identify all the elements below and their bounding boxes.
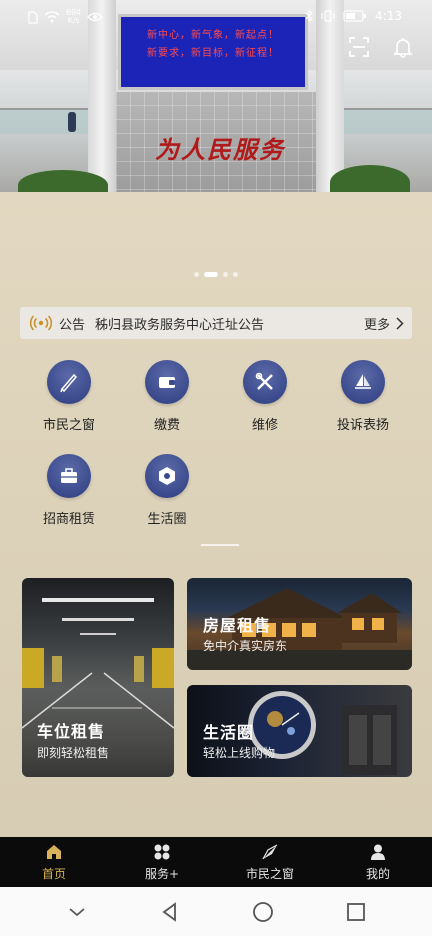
tab-label: 我的 xyxy=(365,866,390,881)
battery-icon xyxy=(343,10,367,22)
clock: 4:13 xyxy=(375,9,402,23)
broadcast-icon xyxy=(30,315,52,331)
carousel-dot-active[interactable] xyxy=(204,272,218,277)
service-label: 缴费 xyxy=(153,418,180,433)
home-icon xyxy=(47,844,61,859)
hexagon-icon xyxy=(145,454,189,498)
status-bar: 694 K/s 4:13 xyxy=(0,0,432,34)
bell-icon[interactable] xyxy=(392,36,414,58)
section-divider xyxy=(201,544,239,546)
carousel-dot[interactable] xyxy=(233,272,238,277)
compass-icon xyxy=(262,843,278,859)
carousel-dot[interactable] xyxy=(223,272,228,277)
net-speed: 694 K/s xyxy=(66,9,81,25)
card-house-title: 房屋租售 xyxy=(203,616,272,635)
service-feedback[interactable]: 投诉表扬 xyxy=(314,360,412,433)
tab-label: 市民之窗 xyxy=(245,866,294,881)
service-label: 投诉表扬 xyxy=(336,418,389,433)
card-parking[interactable]: 车位租售 即刻轻松租售 xyxy=(22,578,174,777)
system-nav-bar xyxy=(0,887,432,936)
briefcase-icon xyxy=(47,454,91,498)
bottom-tab-bar: 首页 服务+ 市民之窗 我的 xyxy=(0,837,432,887)
net-speed-unit: K/s xyxy=(67,16,80,25)
sailboat-icon xyxy=(341,360,385,404)
sim-icon xyxy=(28,10,38,24)
tools-icon xyxy=(243,360,287,404)
card-parking-subtitle: 即刻轻松租售 xyxy=(37,746,110,760)
vibrate-icon xyxy=(321,10,335,22)
calligraphy-sign: 为人民服务 xyxy=(155,135,285,164)
service-label: 维修 xyxy=(251,418,278,433)
card-life-subtitle: 轻松上线购物 xyxy=(203,746,276,760)
service-repair[interactable]: 维修 xyxy=(216,360,314,433)
back-icon[interactable] xyxy=(158,900,182,924)
tab-home[interactable]: 首页 xyxy=(0,837,108,887)
service-citizen-window[interactable]: 市民之窗 xyxy=(20,360,118,433)
card-life[interactable]: 生活圈 轻松上线购物 xyxy=(187,685,412,777)
service-label: 招商租赁 xyxy=(42,512,95,527)
notice-more-button[interactable]: 更多 xyxy=(364,314,404,333)
notice-bar[interactable]: 公告 秭归县政务服务中心迁址公告 更多 xyxy=(20,307,412,339)
service-investment-leasing[interactable]: 招商租赁 xyxy=(20,454,118,527)
scan-icon[interactable] xyxy=(348,36,370,58)
tab-label: 服务+ xyxy=(144,866,180,881)
chevron-down-icon[interactable] xyxy=(65,900,89,924)
tab-mine[interactable]: 我的 xyxy=(324,837,432,887)
eye-icon xyxy=(87,12,104,22)
card-parking-title: 车位租售 xyxy=(37,722,106,741)
notice-tag: 公告 xyxy=(59,317,86,333)
user-icon xyxy=(371,844,385,860)
notice-text[interactable]: 秭归县政务服务中心迁址公告 xyxy=(95,314,364,333)
banner-railing-right xyxy=(344,108,432,134)
tab-services[interactable]: 服务+ xyxy=(108,837,216,887)
chevron-right-icon xyxy=(396,316,404,330)
card-house-subtitle: 免中介真实房东 xyxy=(203,639,288,653)
led-line-2: 新要求，新目标，新征程！ xyxy=(147,48,279,59)
tab-label: 首页 xyxy=(41,866,66,881)
recents-icon[interactable] xyxy=(344,900,368,924)
tab-citizen-window[interactable]: 市民之窗 xyxy=(216,837,324,887)
clover-icon xyxy=(154,844,170,859)
card-life-title: 生活圈 xyxy=(203,723,255,742)
service-label: 生活圈 xyxy=(147,512,187,527)
wifi-icon xyxy=(44,11,60,23)
carousel-indicator xyxy=(0,272,432,277)
pen-nib-icon xyxy=(47,360,91,404)
notice-more-label: 更多 xyxy=(363,317,390,333)
service-label: 市民之窗 xyxy=(42,418,95,433)
service-life-circle[interactable]: 生活圈 xyxy=(118,454,216,527)
wallet-icon xyxy=(145,360,189,404)
banner-plant-left xyxy=(18,170,108,192)
banner-person xyxy=(68,112,76,132)
bluetooth-icon xyxy=(305,10,313,22)
banner-plant-right xyxy=(330,165,410,192)
card-house[interactable]: 房屋租售 免中介真实房东 xyxy=(187,578,412,670)
carousel-dot[interactable] xyxy=(194,272,199,277)
home-circle-icon[interactable] xyxy=(251,900,275,924)
service-payment[interactable]: 缴费 xyxy=(118,360,216,433)
